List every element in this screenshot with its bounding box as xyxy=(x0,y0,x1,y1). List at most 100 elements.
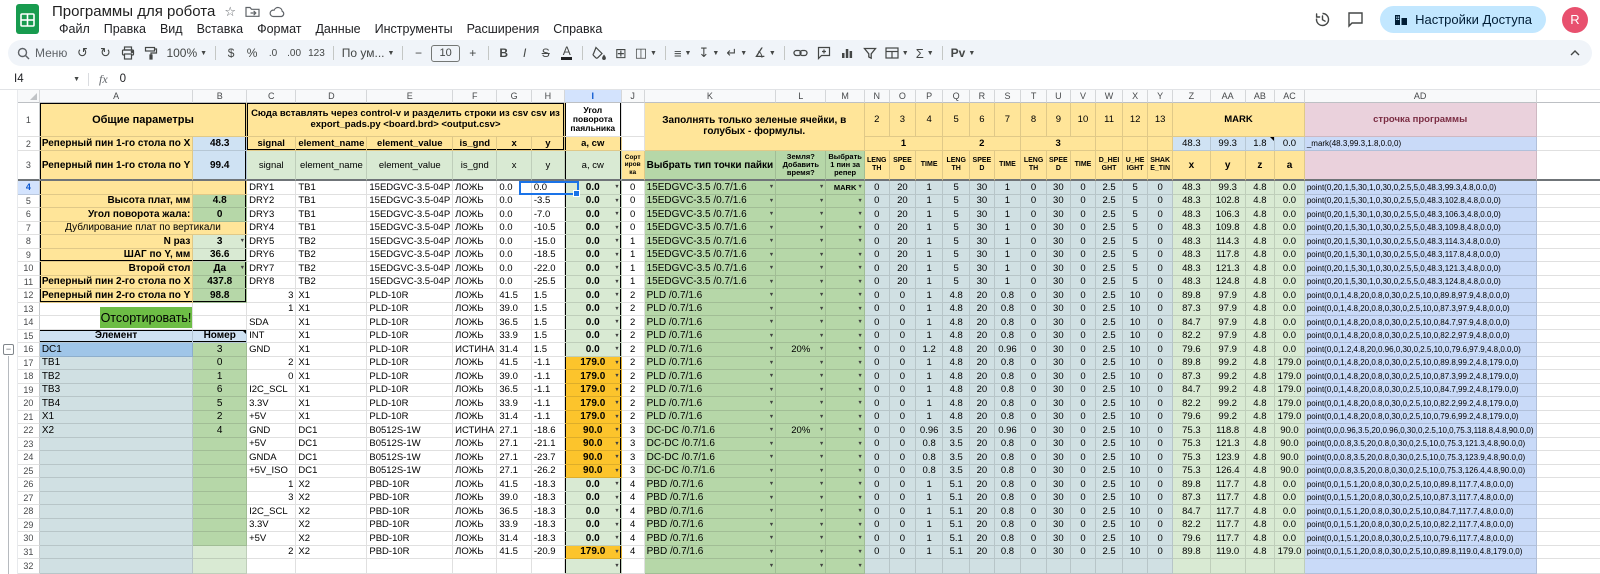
cell-R23[interactable]: 20 xyxy=(970,437,995,451)
cell-P29[interactable]: 1 xyxy=(916,518,944,532)
row-header-29[interactable]: 29 xyxy=(18,518,40,532)
cell-AB6[interactable]: 4.8 xyxy=(1245,208,1276,222)
doc-title[interactable]: Программы для робота xyxy=(52,3,215,20)
cell-C21[interactable]: +5V xyxy=(247,410,297,424)
cell-W20[interactable]: 2.5 xyxy=(1095,397,1124,411)
cell-E4[interactable]: 15EDGVC-3.5-04P xyxy=(367,181,454,195)
row-header-21[interactable]: 21 xyxy=(18,410,40,424)
cell-L26[interactable]: ▼ xyxy=(776,478,827,492)
dropdown-arrow-icon[interactable]: ▼ xyxy=(819,373,824,379)
cell-T11[interactable]: 0 xyxy=(1021,275,1047,289)
cell-L16[interactable]: 20% ▼ xyxy=(776,343,827,357)
cell-AD23[interactable]: point(0,0,0.8,3.5,20,0.8,0,30,0,2.5,10,0… xyxy=(1304,437,1537,451)
cell-F22[interactable]: ИСТИНА xyxy=(453,424,498,438)
cell-D19[interactable]: X1 xyxy=(296,383,368,397)
dropdown-arrow-icon[interactable]: ▼ xyxy=(769,265,774,271)
cell-R8[interactable]: 30 xyxy=(970,235,995,249)
dropdown-arrow-icon[interactable]: ▼ xyxy=(819,252,824,258)
zoom-select[interactable]: 100% ▼ xyxy=(163,43,210,63)
cell-AE30[interactable] xyxy=(1536,532,1600,546)
cell-F14[interactable]: ЛОЖЬ xyxy=(453,316,498,330)
star-icon[interactable]: ☆ xyxy=(224,5,236,18)
cell-AA18[interactable]: 99.2 xyxy=(1210,370,1246,384)
cell-G4[interactable]: 0.0 xyxy=(497,181,532,195)
dropdown-arrow-icon[interactable]: ▼ xyxy=(769,522,774,528)
cell-M23[interactable]: ▼ xyxy=(826,437,865,451)
cell-F3[interactable]: is_gnd xyxy=(453,151,498,181)
cell-V23[interactable]: 0 xyxy=(1070,437,1096,451)
fill-handle[interactable] xyxy=(573,190,580,197)
cell-AB5[interactable]: 4.8 xyxy=(1245,194,1276,208)
cell-W2[interactable] xyxy=(1095,137,1124,151)
cell-V26[interactable]: 0 xyxy=(1070,478,1096,492)
cell-A16[interactable]: DC1 xyxy=(39,343,194,357)
cell-O21[interactable]: 0 xyxy=(889,410,917,424)
cell-AD30[interactable]: point(0,0,1,5.1,20,0.8,0,30,0,2.5,10,0,7… xyxy=(1304,532,1537,546)
cell-Z15[interactable]: 82.2 xyxy=(1173,329,1211,343)
cell-U16[interactable]: 30 xyxy=(1046,343,1071,357)
cell-Z30[interactable]: 79.6 xyxy=(1173,532,1211,546)
cell-Y30[interactable]: 0 xyxy=(1148,532,1174,546)
cell-X7[interactable]: 5 xyxy=(1123,221,1149,235)
cell-D14[interactable]: X1 xyxy=(296,316,368,330)
cell-Y20[interactable]: 0 xyxy=(1148,397,1174,411)
dropdown-arrow-icon[interactable]: ▼ xyxy=(819,265,824,271)
dropdown-arrow-icon[interactable]: ▼ xyxy=(614,481,619,487)
cell-I14[interactable]: 0.0 ▼ xyxy=(564,316,622,330)
cell-G30[interactable]: 31.4 xyxy=(497,532,532,546)
dropdown-arrow-icon[interactable]: ▼ xyxy=(240,238,245,244)
dropdown-arrow-icon[interactable]: ▼ xyxy=(819,319,824,325)
row-header-31[interactable]: 31 xyxy=(18,545,40,559)
cell-AC28[interactable]: 0.0 xyxy=(1275,505,1305,519)
menu-правка[interactable]: Правка xyxy=(97,22,153,36)
cell-C17[interactable]: 2 xyxy=(247,356,297,370)
cell-G18[interactable]: 39.0 xyxy=(497,370,532,384)
cell-X27[interactable]: 10 xyxy=(1123,491,1149,505)
cell-A17[interactable]: TB1 xyxy=(39,356,194,370)
cell-E7[interactable]: 15EDGVC-3.5-04P xyxy=(367,221,454,235)
cell-H5[interactable]: -3.5 xyxy=(531,194,565,208)
cell-F25[interactable]: ЛОЖЬ xyxy=(453,464,498,478)
cell-Z27[interactable]: 87.3 xyxy=(1173,491,1211,505)
cell-AC20[interactable]: 179.0 xyxy=(1275,397,1305,411)
dropdown-arrow-icon[interactable]: ▼ xyxy=(769,238,774,244)
cell-F11[interactable]: ЛОЖЬ xyxy=(453,275,498,289)
cell-Q9[interactable]: 5 xyxy=(943,248,971,262)
cell-J10[interactable]: 1 xyxy=(621,262,645,276)
cell-M19[interactable]: ▼ xyxy=(826,383,865,397)
cell-A6[interactable]: Угол поворота жала: xyxy=(39,208,194,222)
cell-D24[interactable]: DC1 xyxy=(296,451,368,465)
cell-E17[interactable]: PLD-10R xyxy=(367,356,454,370)
cell-Z12[interactable]: 89.8 xyxy=(1173,289,1211,303)
dropdown-arrow-icon[interactable]: ▼ xyxy=(769,535,774,541)
cell-L5[interactable]: ▼ xyxy=(776,194,827,208)
dropdown-arrow-icon[interactable]: ▼ xyxy=(819,508,824,514)
move-folder-icon[interactable] xyxy=(245,5,260,18)
cell-AC15[interactable]: 0.0 xyxy=(1275,329,1305,343)
cell-J19[interactable]: 2 xyxy=(621,383,645,397)
cell-H3[interactable]: y xyxy=(531,151,565,181)
cell-S21[interactable]: 0.8 xyxy=(994,410,1022,424)
cell-U9[interactable]: 30 xyxy=(1046,248,1071,262)
dropdown-arrow-icon[interactable]: ▼ xyxy=(857,427,862,433)
cell-Z21[interactable]: 79.6 xyxy=(1173,410,1211,424)
cell-AC24[interactable]: 90.0 xyxy=(1275,451,1305,465)
dropdown-arrow-icon[interactable]: ▼ xyxy=(857,184,862,190)
cell-G21[interactable]: 31.4 xyxy=(497,410,532,424)
cell-J28[interactable]: 4 xyxy=(621,505,645,519)
cell-Q25[interactable]: 3.5 xyxy=(943,464,971,478)
cell-L20[interactable]: ▼ xyxy=(776,397,827,411)
cell-V3[interactable]: TIME xyxy=(1070,151,1096,181)
cell-S13[interactable]: 0.8 xyxy=(994,302,1022,316)
cell-X4[interactable]: 5 xyxy=(1123,181,1149,195)
cell-Y7[interactable]: 0 xyxy=(1148,221,1174,235)
dropdown-arrow-icon[interactable]: ▼ xyxy=(857,535,862,541)
cell-L30[interactable]: ▼ xyxy=(776,532,827,546)
cell-AD26[interactable]: point(0,0,1,5.1,20,0.8,0,30,0,2.5,10,0,8… xyxy=(1304,478,1537,492)
strikethrough-button[interactable]: S xyxy=(536,43,556,63)
cell-Y17[interactable]: 0 xyxy=(1148,356,1174,370)
cell-Q31[interactable]: 5.1 xyxy=(943,545,971,559)
cell-L31[interactable]: ▼ xyxy=(776,545,827,559)
cell-AA13[interactable]: 97.9 xyxy=(1210,302,1246,316)
name-box[interactable]: I4 ▼ xyxy=(0,73,88,85)
